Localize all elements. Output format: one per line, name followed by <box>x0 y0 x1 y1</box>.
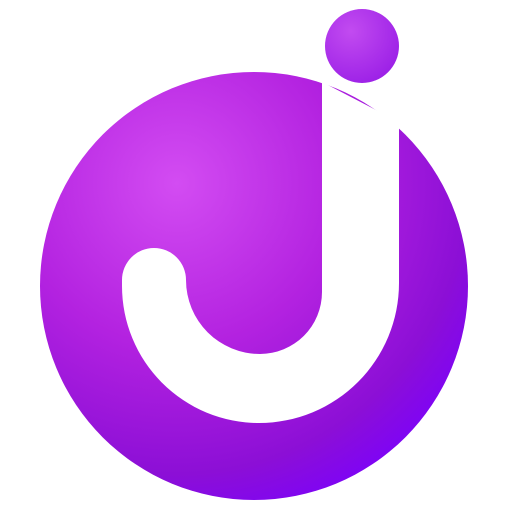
app-logo <box>0 0 512 512</box>
logo-dot <box>325 9 399 83</box>
logo-circle <box>40 72 468 500</box>
j-letter-logo-icon <box>40 9 468 500</box>
